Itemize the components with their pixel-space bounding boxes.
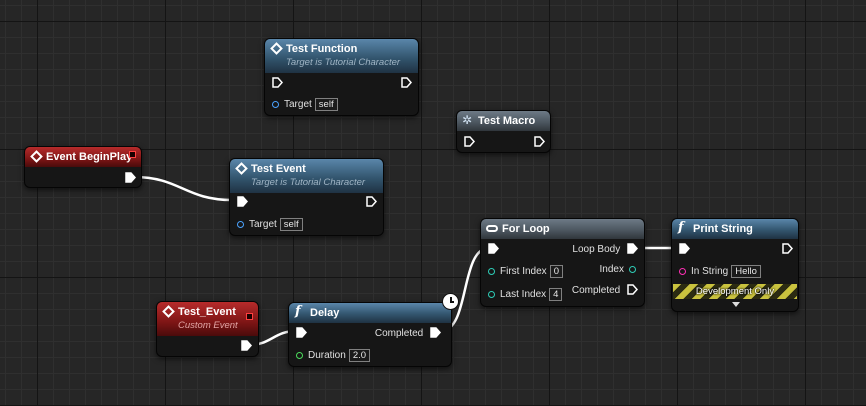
- float-pin-icon: [296, 352, 303, 359]
- last-index-pin[interactable]: Last Index 4: [488, 288, 563, 301]
- event-diamond-icon: [162, 305, 175, 318]
- test-event-subtitle: Target is Tutorial Character: [251, 177, 366, 188]
- test-macro-header[interactable]: ✲ Test Macro: [457, 111, 550, 131]
- first-index-label: First Index: [500, 266, 547, 277]
- exec-out-icon: [627, 243, 639, 258]
- exec-out-icon: [430, 327, 442, 342]
- index-pin[interactable]: Index: [600, 264, 636, 276]
- in-string-pin[interactable]: In String Hello: [679, 265, 761, 278]
- exec-in-pin[interactable]: [272, 77, 283, 88]
- print-string-node[interactable]: f Print String In String Hello Developmen…: [671, 218, 799, 312]
- loop-body-label: Loop Body: [572, 244, 621, 255]
- duration-label: Duration: [308, 350, 346, 361]
- exec-out-pin[interactable]: [401, 77, 412, 88]
- test-function-header[interactable]: Test Function Target is Tutorial Charact…: [265, 39, 418, 73]
- custom-event-title: Test_Event: [178, 306, 236, 318]
- test-function-node[interactable]: Test Function Target is Tutorial Charact…: [264, 38, 419, 116]
- latent-clock-icon: [442, 293, 459, 310]
- in-string-value[interactable]: Hello: [731, 265, 761, 278]
- test-event-title: Test Event: [251, 163, 306, 175]
- loop-body-pin[interactable]: Loop Body: [572, 243, 639, 258]
- exec-in-pin[interactable]: [488, 243, 499, 254]
- event-beginplay-title: Event BeginPlay: [46, 151, 133, 163]
- last-index-value[interactable]: 4: [549, 288, 563, 301]
- print-string-title: Print String: [693, 223, 753, 235]
- exec-out-pin[interactable]: [782, 243, 793, 254]
- completed-label: Completed: [374, 328, 424, 339]
- exec-in-pin[interactable]: [679, 243, 690, 254]
- duration-pin[interactable]: Duration 2.0: [296, 349, 371, 362]
- for-loop-header[interactable]: For Loop: [481, 219, 644, 239]
- test-macro-title: Test Macro: [478, 115, 536, 127]
- completed-label: Completed: [571, 285, 621, 296]
- for-loop-node[interactable]: For Loop Loop Body First Index 0 Index La…: [480, 218, 645, 307]
- exec-in-pin[interactable]: [237, 196, 248, 207]
- event-beginplay-node[interactable]: Event BeginPlay: [24, 146, 142, 188]
- expand-chevron-icon[interactable]: [732, 302, 740, 307]
- object-pin-icon: [272, 101, 279, 108]
- custom-event-header[interactable]: Test_Event Custom Event: [157, 302, 258, 336]
- test-function-title: Test Function: [286, 43, 358, 55]
- target-pin[interactable]: Target self: [272, 98, 338, 111]
- function-f-icon: f: [678, 220, 684, 235]
- int-pin-icon: [629, 266, 636, 273]
- target-value[interactable]: self: [314, 98, 338, 111]
- first-index-value[interactable]: 0: [549, 265, 563, 278]
- delegate-pin-icon[interactable]: [246, 313, 253, 320]
- test-macro-node[interactable]: ✲ Test Macro: [456, 110, 551, 153]
- loop-icon: [486, 225, 498, 232]
- delay-header[interactable]: f Delay: [289, 303, 451, 323]
- function-diamond-icon: [235, 162, 248, 175]
- string-pin-icon: [679, 268, 686, 275]
- exec-out-pin[interactable]: [125, 172, 136, 183]
- completed-pin[interactable]: Completed: [374, 327, 442, 342]
- development-only-banner: Development Only: [673, 284, 797, 299]
- macro-gear-icon: ✲: [462, 113, 473, 127]
- exec-out-pin[interactable]: [241, 340, 252, 351]
- exec-out-pin[interactable]: [534, 136, 545, 147]
- exec-in-pin[interactable]: [296, 327, 307, 338]
- test-event-node[interactable]: Test Event Target is Tutorial Character …: [229, 158, 384, 236]
- exec-out-pin[interactable]: [366, 196, 377, 207]
- index-label: Index: [599, 264, 624, 275]
- event-diamond-icon: [30, 150, 43, 163]
- wire-beginplay-to-testevent: [133, 175, 233, 202]
- duration-value[interactable]: 2.0: [348, 349, 371, 362]
- function-diamond-icon: [270, 42, 283, 55]
- delay-node[interactable]: f Delay Completed Duration 2.0: [288, 293, 459, 367]
- int-pin-icon: [488, 291, 495, 298]
- int-pin-icon: [488, 268, 495, 275]
- in-string-label: In String: [691, 266, 729, 277]
- last-index-label: Last Index: [500, 289, 547, 300]
- object-pin-icon: [237, 221, 244, 228]
- target-value[interactable]: self: [279, 218, 303, 231]
- exec-out-icon: [627, 284, 639, 299]
- first-index-pin[interactable]: First Index 0: [488, 265, 563, 278]
- target-pin[interactable]: Target self: [237, 218, 303, 231]
- completed-pin[interactable]: Completed: [571, 284, 639, 299]
- test-function-subtitle: Target is Tutorial Character: [286, 57, 401, 68]
- custom-event-subtitle: Custom Event: [178, 320, 238, 331]
- event-beginplay-header[interactable]: Event BeginPlay: [25, 147, 141, 167]
- exec-in-pin[interactable]: [464, 136, 475, 147]
- test-event-header[interactable]: Test Event Target is Tutorial Character: [230, 159, 383, 193]
- for-loop-title: For Loop: [502, 223, 550, 235]
- target-label: Target: [249, 219, 277, 230]
- print-string-header[interactable]: f Print String: [672, 219, 798, 239]
- delay-title: Delay: [310, 307, 340, 319]
- target-label: Target: [284, 99, 312, 110]
- delegate-pin-icon[interactable]: [129, 151, 136, 158]
- custom-event-node[interactable]: Test_Event Custom Event: [156, 301, 259, 357]
- function-f-icon: f: [295, 304, 301, 319]
